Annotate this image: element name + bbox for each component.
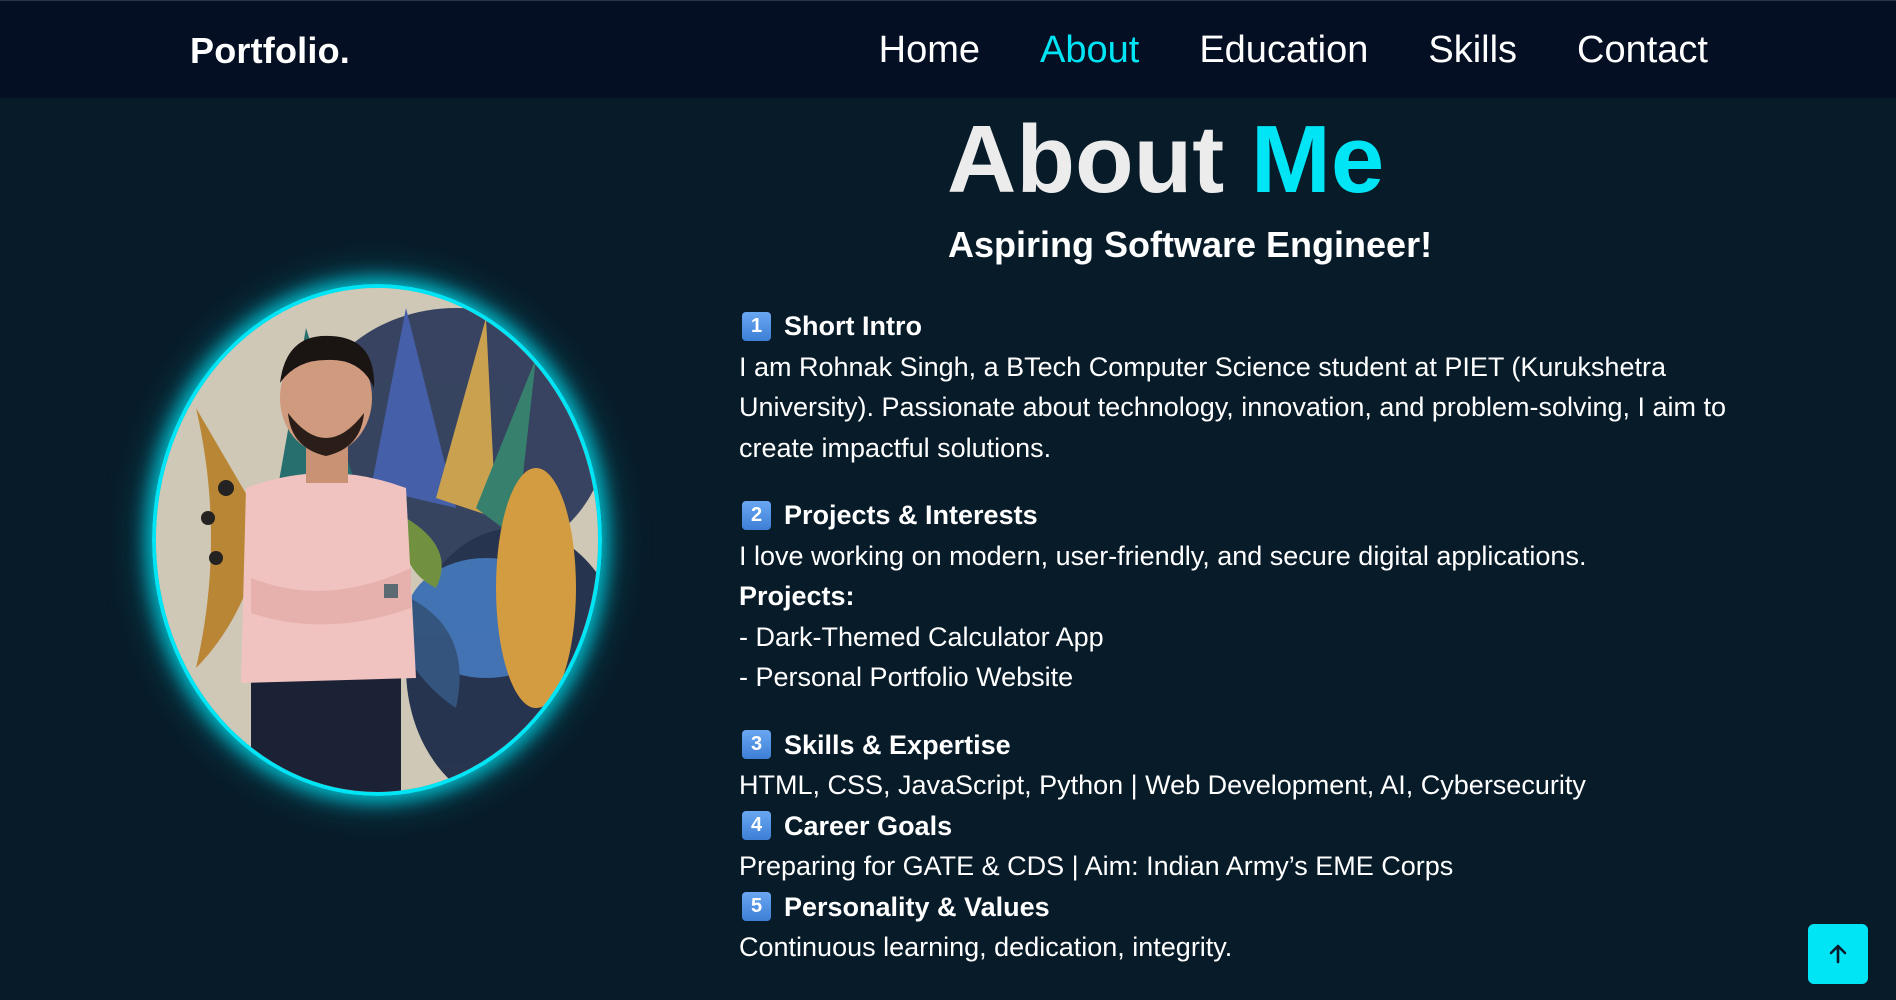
profile-photo-illustration [156,288,598,792]
main-nav: Home About Education Skills Contact [879,29,1708,72]
section-heading-projects: 2 Projects & Interests [739,495,1769,536]
section-heading-short-intro: 1 Short Intro [739,306,1769,347]
nav-link-contact[interactable]: Contact [1577,29,1708,72]
section-title: Projects & Interests [784,500,1038,530]
section-text-short-intro: I am Rohnak Singh, a BTech Computer Scie… [739,351,1727,463]
scroll-to-top-button[interactable] [1808,924,1868,984]
site-logo[interactable]: Portfolio. [190,30,350,72]
keycap-five-icon: 5 [742,892,771,922]
section-title: Skills & Expertise [784,729,1011,760]
top-navbar: Portfolio. Home About Education Skills C… [0,0,1896,98]
section-title: Personality & Values [784,891,1050,922]
project-item: - Dark-Themed Calculator App [739,621,1104,652]
keycap-two-icon: 2 [742,500,771,530]
page-title: About Me [947,112,1384,208]
nav-link-skills[interactable]: Skills [1428,29,1517,72]
section-heading-personality: 5 Personality & Values [739,887,1769,928]
arrow-up-icon [1829,944,1847,964]
profile-photo [152,284,602,796]
section-title: Short Intro [784,311,922,341]
keycap-three-icon: 3 [742,730,771,760]
page-title-accent: Me [1250,106,1385,213]
project-item: - Personal Portfolio Website [739,662,1074,692]
keycap-one-icon: 1 [742,311,771,341]
section-heading-skills: 3 Skills & Expertise [739,725,1769,766]
section-text-career: Preparing for GATE & CDS | Aim: Indian A… [739,851,1454,881]
section-text-skills: HTML, CSS, JavaScript, Python | Web Deve… [739,770,1586,800]
section-text-projects: I love working on modern, user-friendly,… [739,540,1587,571]
about-content: 1 Short Intro I am Rohnak Singh, a BTech… [739,306,1769,968]
keycap-four-icon: 4 [742,811,771,841]
projects-label: Projects: [739,581,855,611]
section-text-personality: Continuous learning, dedication, integri… [739,932,1233,962]
nav-link-education[interactable]: Education [1199,29,1368,72]
nav-link-about[interactable]: About [1040,29,1139,72]
section-title: Career Goals [784,810,953,841]
page-title-main: About [947,106,1225,213]
page-subtitle: Aspiring Software Engineer! [948,224,1433,265]
nav-link-home[interactable]: Home [879,29,980,72]
section-heading-career: 4 Career Goals [739,806,1769,847]
